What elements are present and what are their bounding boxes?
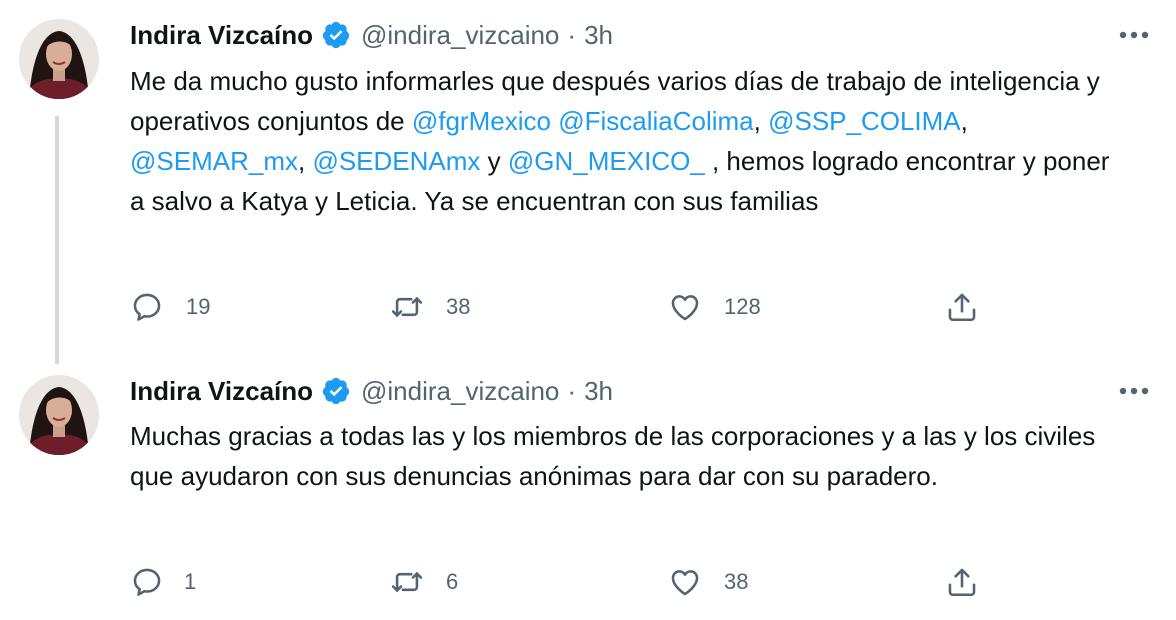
share-upload-icon [945, 565, 979, 599]
author-name[interactable]: Indira Vizcaíno [130, 20, 313, 51]
tweet[interactable]: Indira Vizcaíno @indira_vizcaino · 3h Me… [0, 0, 1176, 364]
more-dots-icon [1114, 20, 1154, 50]
timestamp[interactable]: 3h [584, 376, 613, 407]
retweet-arrows-icon [390, 565, 424, 599]
reply-count: 19 [186, 294, 211, 319]
avatar[interactable] [19, 19, 99, 99]
timestamp[interactable]: 3h [584, 20, 613, 51]
retweet-button[interactable]: 6 [390, 565, 458, 599]
retweet-button[interactable]: 38 [390, 290, 470, 324]
mention-link[interactable]: @SSP_COLIMA [768, 106, 961, 136]
like-count: 38 [724, 569, 749, 594]
tweet-header: Indira Vizcaíno @indira_vizcaino · 3h [130, 373, 613, 409]
more-options-button[interactable] [1114, 376, 1154, 406]
mention-link[interactable]: @GN_MEXICO_ [508, 146, 705, 176]
heart-icon [668, 565, 702, 599]
tweet-text: Muchas gracias a todas las y los miembro… [130, 416, 1130, 496]
text-segment: , [753, 106, 769, 136]
like-count: 128 [724, 294, 761, 319]
verified-badge-icon [321, 376, 351, 406]
avatar[interactable] [19, 375, 99, 455]
mention-link[interactable]: @FiscaliaColima [558, 106, 753, 136]
share-button[interactable] [945, 290, 979, 324]
mention-link[interactable]: @SEDENAmx [312, 146, 480, 176]
tweet[interactable]: Indira Vizcaíno @indira_vizcaino · 3h Mu… [0, 345, 1176, 620]
share-button[interactable] [945, 565, 979, 599]
like-button[interactable]: 128 [668, 290, 761, 324]
verified-badge-icon [321, 20, 351, 50]
reply-button[interactable]: 1 [130, 565, 196, 599]
author-handle[interactable]: @indira_vizcaino [361, 376, 559, 407]
more-options-button[interactable] [1114, 20, 1154, 50]
avatar-image [19, 19, 99, 99]
heart-icon [668, 290, 702, 324]
retweet-count: 6 [446, 569, 459, 594]
author-name[interactable]: Indira Vizcaíno [130, 376, 313, 407]
reply-button[interactable]: 19 [130, 290, 210, 324]
retweet-arrows-icon [390, 290, 424, 324]
reply-bubble-icon [130, 290, 164, 324]
tweet-header: Indira Vizcaíno @indira_vizcaino · 3h [130, 17, 613, 53]
text-segment: , [960, 106, 968, 136]
reply-count: 1 [184, 569, 197, 594]
more-dots-icon [1114, 376, 1154, 406]
avatar-image [19, 375, 99, 455]
text-segment: y [480, 146, 508, 176]
mention-link[interactable]: @SEMAR_mx [130, 146, 298, 176]
tweet-text: Me da mucho gusto informarles que despué… [130, 61, 1130, 221]
retweet-count: 38 [446, 294, 471, 319]
reply-bubble-icon [130, 565, 164, 599]
mention-link[interactable]: @fgrMexico [412, 106, 551, 136]
share-upload-icon [945, 290, 979, 324]
separator-dot: · [567, 19, 577, 50]
author-handle[interactable]: @indira_vizcaino [361, 20, 559, 51]
text-segment: , [297, 146, 313, 176]
like-button[interactable]: 38 [668, 565, 748, 599]
text-segment: Muchas gracias a todas las y los miembro… [130, 421, 1096, 491]
thread-line [55, 116, 59, 364]
separator-dot: · [567, 375, 577, 406]
